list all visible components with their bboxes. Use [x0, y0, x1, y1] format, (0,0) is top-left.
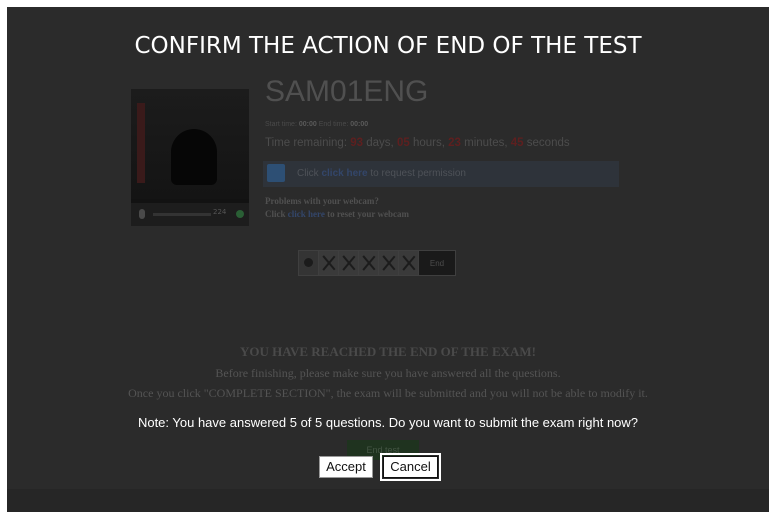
webcam-reset-line: Click click here to reset your webcam	[265, 208, 409, 221]
confirm-dialog-note: Note: You have answered 5 of 5 questions…	[137, 415, 639, 430]
question-4-button[interactable]	[379, 251, 399, 275]
request-permission-link[interactable]: click here	[321, 168, 367, 179]
microphone-icon[interactable]	[139, 209, 145, 219]
remaining-minutes-unit: minutes,	[464, 137, 508, 149]
time-remaining: Time remaining: 93 days, 05 hours, 23 mi…	[265, 137, 570, 149]
page-footer	[7, 489, 769, 512]
hand-permission-icon	[267, 164, 285, 182]
webcam-problems: Problems with your webcam? Click click h…	[265, 195, 409, 221]
accept-button[interactable]: Accept	[319, 456, 373, 478]
reset-webcam-link[interactable]: click here	[288, 209, 325, 219]
exam-times: Start time: 00:00 End time: 00:00	[265, 121, 368, 128]
time-remaining-label: Time remaining:	[265, 137, 348, 149]
remaining-days: 93	[350, 137, 364, 149]
remaining-days-unit: days,	[366, 137, 394, 149]
end-time-label: End time:	[318, 121, 349, 128]
permission-suffix: to request permission	[370, 168, 466, 179]
webcam-reset-suffix: to reset your webcam	[327, 209, 409, 219]
webcam-problems-text: Problems with your webcam?	[265, 196, 379, 206]
question-navigator: End	[298, 250, 456, 276]
webcam-preview: 224	[131, 89, 249, 226]
question-1-button[interactable]	[319, 251, 339, 275]
permission-row: Click click here to request permission	[263, 161, 619, 187]
end-of-exam-heading: YOU HAVE REACHED THE END OF THE EXAM!	[239, 344, 537, 359]
start-time-value: 00:00	[298, 121, 317, 128]
status-dot-icon	[236, 210, 244, 218]
webcam-controls-bar: 224	[131, 203, 249, 226]
end-of-exam-instructions: Before finishing, please make sure you h…	[215, 366, 561, 380]
end-nav-button[interactable]: End	[419, 251, 455, 275]
exam-code: SAM01ENG	[265, 75, 429, 108]
end-of-exam-warning: Once you click "COMPLETE SECTION", the e…	[128, 386, 648, 400]
question-3-button[interactable]	[359, 251, 379, 275]
remaining-minutes: 23	[448, 137, 461, 149]
start-time-label: Start time:	[265, 121, 297, 128]
webcam-feed-background	[137, 103, 145, 183]
permission-text: Click click here to request permission	[297, 168, 466, 179]
browser-viewport: 224 SAM01ENG Start time: 00:00 End time:…	[7, 7, 769, 512]
remaining-hours-unit: hours,	[412, 137, 445, 149]
exam-page: 224 SAM01ENG Start time: 00:00 End time:…	[7, 7, 769, 512]
question-2-button[interactable]	[339, 251, 359, 275]
remaining-seconds: 45	[510, 137, 524, 149]
cancel-button[interactable]: Cancel	[380, 453, 441, 481]
webcam-feed-person	[171, 129, 217, 185]
permission-prefix: Click	[297, 168, 319, 179]
remaining-seconds-unit: seconds	[526, 137, 570, 149]
audio-level-track	[153, 213, 211, 216]
webcam-reset-prefix: Click	[265, 209, 286, 219]
remaining-hours: 05	[396, 137, 410, 149]
end-of-exam-section: YOU HAVE REACHED THE END OF THE EXAM! Be…	[7, 344, 769, 400]
confirm-dialog-title: CONFIRM THE ACTION OF END OF THE TEST	[134, 33, 642, 59]
end-time-value: 00:00	[350, 121, 369, 128]
info-icon[interactable]	[299, 251, 319, 275]
confirm-dialog-header: CONFIRM THE ACTION OF END OF THE TEST	[7, 23, 769, 69]
question-5-button[interactable]	[399, 251, 419, 275]
audio-level-value: 224	[213, 208, 227, 216]
